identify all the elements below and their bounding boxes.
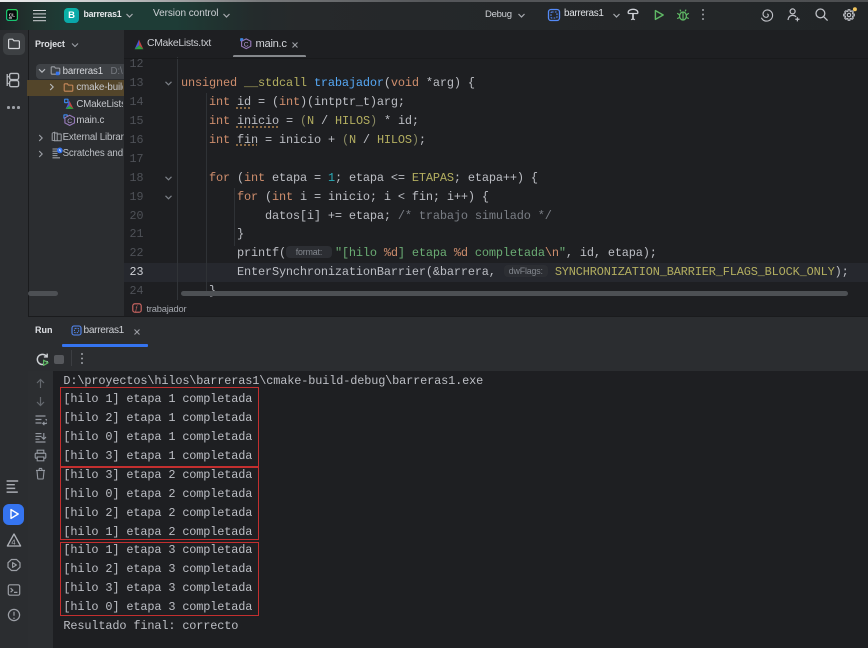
svg-text:C: C bbox=[244, 41, 249, 48]
svg-text:4: 4 bbox=[11, 538, 15, 547]
svg-text:f: f bbox=[135, 305, 138, 313]
svg-text:C: C bbox=[67, 118, 72, 125]
